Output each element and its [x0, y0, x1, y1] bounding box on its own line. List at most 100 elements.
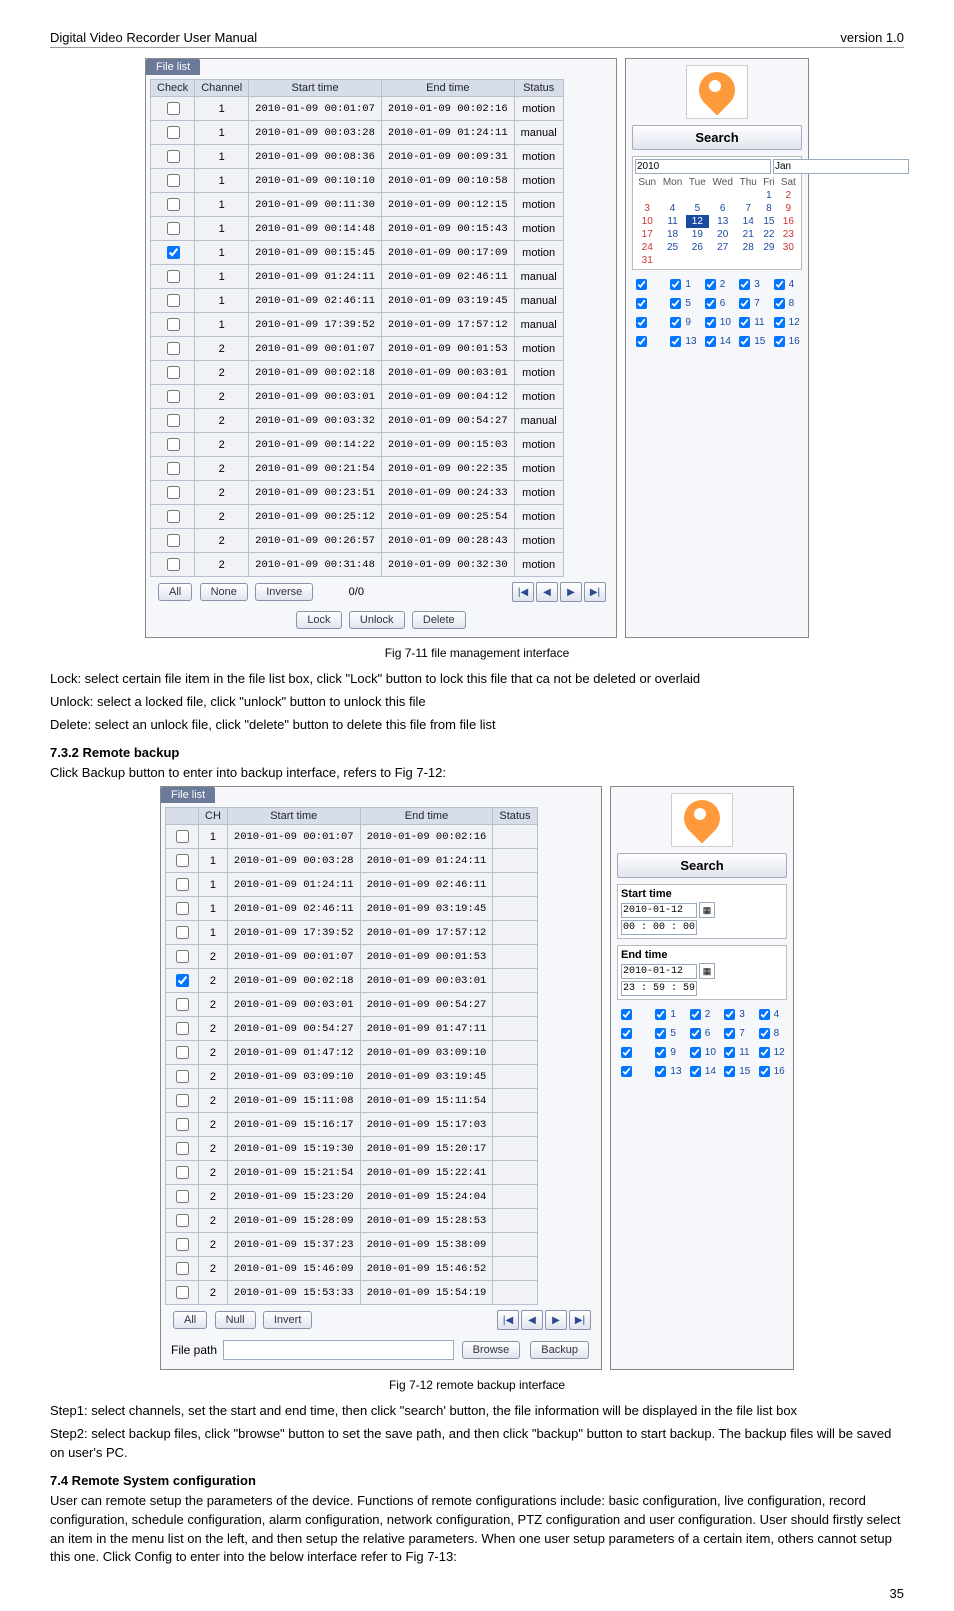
channel-checkbox[interactable]: 11: [720, 1044, 752, 1061]
table-row[interactable]: 12010-01-09 00:03:282010-01-09 01:24:11: [166, 849, 538, 873]
channel-checkbox[interactable]: 16: [755, 1063, 787, 1080]
date-picker-icon[interactable]: ▦: [699, 902, 715, 918]
channel-checkbox[interactable]: 1: [666, 276, 698, 293]
table-row[interactable]: 22010-01-09 00:31:482010-01-09 00:32:30m…: [151, 553, 564, 577]
channel-checkbox[interactable]: 5: [666, 295, 698, 312]
calendar-day[interactable]: 26: [686, 241, 709, 254]
channel-checkbox[interactable]: 5: [651, 1025, 683, 1042]
table-row[interactable]: 12010-01-09 00:01:072010-01-09 00:02:16m…: [151, 97, 564, 121]
row-checkbox[interactable]: [167, 294, 180, 307]
table-row[interactable]: 12010-01-09 00:14:482010-01-09 00:15:43m…: [151, 217, 564, 241]
row-checkbox[interactable]: [176, 878, 189, 891]
channel-checkbox[interactable]: 8: [770, 295, 802, 312]
table-row[interactable]: 22010-01-09 15:53:332010-01-09 15:54:19: [166, 1281, 538, 1305]
table-row[interactable]: 12010-01-09 00:11:302010-01-09 00:12:15m…: [151, 193, 564, 217]
calendar-day[interactable]: 5: [686, 202, 709, 215]
calendar-day[interactable]: 30: [778, 241, 799, 254]
channel-checkbox[interactable]: 3: [720, 1006, 752, 1023]
table-row[interactable]: 22010-01-09 01:47:122010-01-09 03:09:10: [166, 1041, 538, 1065]
channel-checkbox[interactable]: 7: [735, 295, 767, 312]
table-row[interactable]: 22010-01-09 15:46:092010-01-09 15:46:52: [166, 1257, 538, 1281]
null-button[interactable]: Null: [215, 1311, 256, 1329]
channel-checkbox[interactable]: 4: [770, 276, 802, 293]
channel-checkbox[interactable]: 12: [770, 314, 802, 331]
next-page-icon[interactable]: ▶: [560, 582, 582, 602]
calendar-day[interactable]: 2: [778, 189, 799, 202]
table-row[interactable]: 22010-01-09 00:01:072010-01-09 00:01:53m…: [151, 337, 564, 361]
table-row[interactable]: 22010-01-09 00:54:272010-01-09 01:47:11: [166, 1017, 538, 1041]
row-checkbox[interactable]: [176, 1046, 189, 1059]
channel-checkbox[interactable]: 12: [755, 1044, 787, 1061]
calendar-day[interactable]: [709, 254, 736, 267]
calendar-day[interactable]: 1: [760, 189, 778, 202]
table-row[interactable]: 22010-01-09 15:28:092010-01-09 15:28:53: [166, 1209, 538, 1233]
calendar-day[interactable]: [736, 254, 760, 267]
row-checkbox[interactable]: [167, 510, 180, 523]
calendar-day[interactable]: [709, 189, 736, 202]
calendar-day[interactable]: 18: [659, 228, 685, 241]
calendar-day[interactable]: 10: [635, 215, 659, 228]
channel-row-checkbox[interactable]: [632, 314, 664, 331]
row-checkbox[interactable]: [176, 1286, 189, 1299]
row-checkbox[interactable]: [167, 198, 180, 211]
calendar-day[interactable]: 22: [760, 228, 778, 241]
row-checkbox[interactable]: [176, 1070, 189, 1083]
channel-row-checkbox[interactable]: [617, 1063, 649, 1080]
table-row[interactable]: 22010-01-09 00:25:122010-01-09 00:25:54m…: [151, 505, 564, 529]
search-button[interactable]: Search: [617, 853, 787, 878]
calendar-day[interactable]: 14: [736, 215, 760, 228]
calendar-day[interactable]: 6: [709, 202, 736, 215]
row-checkbox[interactable]: [176, 1118, 189, 1131]
calendar-day[interactable]: [659, 189, 685, 202]
calendar-day[interactable]: 9: [778, 202, 799, 215]
start-time-input[interactable]: [621, 920, 697, 935]
channel-checkbox[interactable]: 15: [735, 333, 767, 350]
channel-checkbox[interactable]: 10: [686, 1044, 718, 1061]
channel-row-checkbox[interactable]: [617, 1006, 649, 1023]
calendar-day[interactable]: 17: [635, 228, 659, 241]
channel-checkbox[interactable]: 2: [701, 276, 733, 293]
calendar-day[interactable]: 19: [686, 228, 709, 241]
channel-checkbox[interactable]: 3: [735, 276, 767, 293]
calendar-day[interactable]: 23: [778, 228, 799, 241]
channel-checkbox[interactable]: 9: [651, 1044, 683, 1061]
row-checkbox[interactable]: [167, 390, 180, 403]
table-row[interactable]: 12010-01-09 17:39:522010-01-09 17:57:12: [166, 921, 538, 945]
unlock-button[interactable]: Unlock: [349, 611, 405, 629]
channel-checkbox[interactable]: 4: [755, 1006, 787, 1023]
calendar-day[interactable]: [760, 254, 778, 267]
table-row[interactable]: 22010-01-09 15:11:082010-01-09 15:11:54: [166, 1089, 538, 1113]
channel-row-checkbox[interactable]: [632, 276, 664, 293]
none-button[interactable]: None: [200, 583, 248, 601]
row-checkbox[interactable]: [176, 902, 189, 915]
table-row[interactable]: 22010-01-09 15:21:542010-01-09 15:22:41: [166, 1161, 538, 1185]
channel-row-checkbox[interactable]: [632, 295, 664, 312]
calendar-day[interactable]: 24: [635, 241, 659, 254]
calendar-day[interactable]: 11: [659, 215, 685, 228]
row-checkbox[interactable]: [176, 1022, 189, 1035]
row-checkbox[interactable]: [167, 462, 180, 475]
all-button[interactable]: All: [173, 1311, 207, 1329]
table-row[interactable]: 22010-01-09 15:16:172010-01-09 15:17:03: [166, 1113, 538, 1137]
end-time-input[interactable]: [621, 981, 697, 996]
calendar-day[interactable]: [659, 254, 685, 267]
row-checkbox[interactable]: [167, 438, 180, 451]
row-checkbox[interactable]: [167, 270, 180, 283]
table-row[interactable]: 22010-01-09 15:37:232010-01-09 15:38:09: [166, 1233, 538, 1257]
row-checkbox[interactable]: [167, 558, 180, 571]
table-row[interactable]: 12010-01-09 00:15:452010-01-09 00:17:09m…: [151, 241, 564, 265]
calendar-day[interactable]: [686, 254, 709, 267]
row-checkbox[interactable]: [167, 150, 180, 163]
table-row[interactable]: 22010-01-09 03:09:102010-01-09 03:19:45: [166, 1065, 538, 1089]
table-row[interactable]: 12010-01-09 00:03:282010-01-09 01:24:11m…: [151, 121, 564, 145]
row-checkbox[interactable]: [167, 534, 180, 547]
row-checkbox[interactable]: [167, 222, 180, 235]
end-date-input[interactable]: [621, 964, 697, 979]
row-checkbox[interactable]: [167, 102, 180, 115]
row-checkbox[interactable]: [176, 1190, 189, 1203]
row-checkbox[interactable]: [176, 1214, 189, 1227]
table-row[interactable]: 22010-01-09 00:03:322010-01-09 00:54:27m…: [151, 409, 564, 433]
calendar-day[interactable]: 21: [736, 228, 760, 241]
row-checkbox[interactable]: [167, 366, 180, 379]
table-row[interactable]: 22010-01-09 00:02:182010-01-09 00:03:01: [166, 969, 538, 993]
